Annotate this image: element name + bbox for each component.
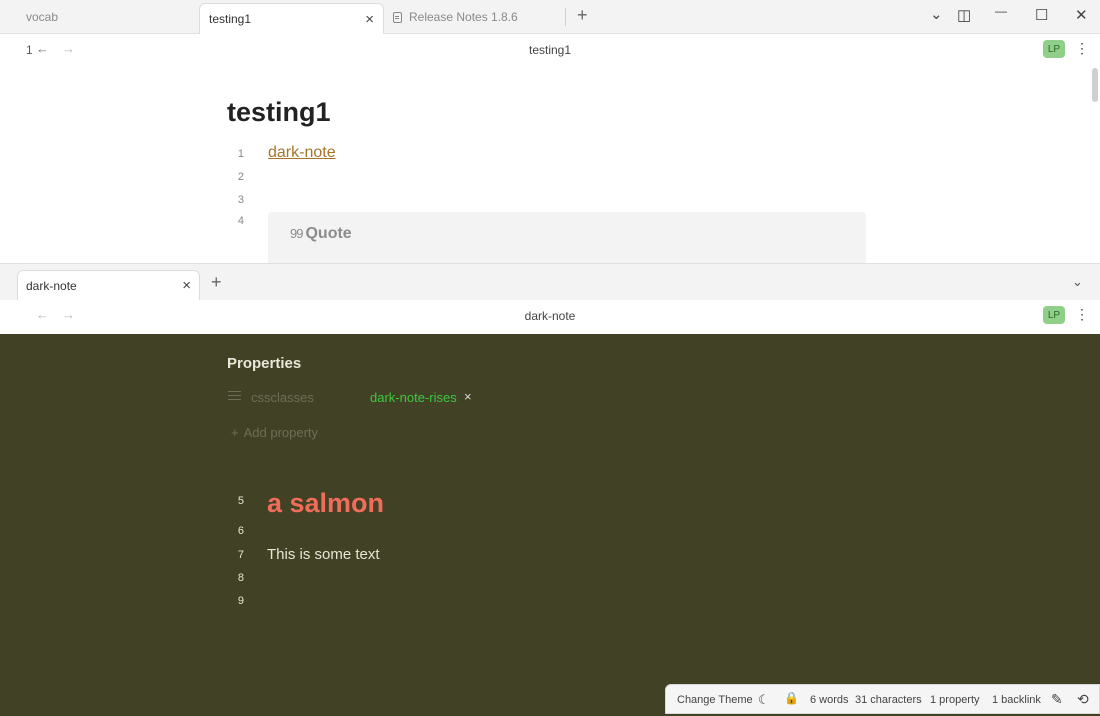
tab-release-notes[interactable]: Release Notes 1.8.6 bbox=[393, 0, 518, 34]
callout-title: 99 Quote bbox=[290, 225, 352, 243]
line-number: 8 bbox=[237, 572, 244, 584]
line-number: 2 bbox=[237, 171, 244, 183]
line-number: 3 bbox=[237, 194, 244, 206]
tab-label: Release Notes 1.8.6 bbox=[409, 10, 518, 24]
body-text[interactable]: This is some text bbox=[267, 546, 380, 563]
tab-vocab[interactable]: vocab bbox=[26, 0, 58, 34]
properties-heading[interactable]: Properties bbox=[227, 355, 301, 372]
tab-label: dark-note bbox=[26, 279, 77, 293]
view-title[interactable]: testing1 bbox=[0, 43, 1100, 57]
tab-list-chevron-icon[interactable]: ⌄ bbox=[930, 5, 943, 23]
top-tab-bar: vocab testing1 × Release Notes 1.8.6 + ⌄… bbox=[0, 0, 1100, 34]
change-theme-button[interactable]: Change Theme bbox=[677, 694, 753, 706]
minimize-button[interactable]: — bbox=[995, 4, 1007, 18]
view-header: ← → dark-note LP ⋮ bbox=[0, 300, 1100, 332]
pane2-tab-bar: dark-note × + ⌄ bbox=[0, 263, 1100, 301]
editor-pane-testing1: 1 ← → testing1 LP ⋮ testing1 1 2 3 4 dar… bbox=[0, 34, 1100, 263]
add-property-label: Add property bbox=[243, 425, 319, 440]
backlink-count[interactable]: 1 backlink bbox=[992, 694, 1041, 706]
tab-testing1[interactable]: testing1 × bbox=[199, 3, 384, 34]
edit-mode-icon[interactable]: ✎ bbox=[1051, 691, 1063, 708]
property-key[interactable]: cssclasses bbox=[251, 390, 314, 405]
lock-icon[interactable]: 🔒 bbox=[784, 691, 799, 705]
maximize-button[interactable]: ☐ bbox=[1035, 6, 1048, 24]
close-window-button[interactable]: ✕ bbox=[1075, 6, 1088, 24]
character-count: 31 characters bbox=[855, 694, 922, 706]
moon-icon[interactable]: ☾ bbox=[758, 692, 770, 708]
list-icon bbox=[228, 391, 241, 401]
quote-callout[interactable]: 99 Quote bbox=[268, 212, 866, 263]
property-value-tag[interactable]: dark-note-rises bbox=[370, 390, 457, 405]
line-number: 6 bbox=[237, 525, 244, 537]
note-title[interactable]: testing1 bbox=[227, 97, 331, 128]
new-tab-button[interactable]: + bbox=[577, 5, 588, 26]
sidebar-toggle-icon[interactable]: ◫ bbox=[957, 6, 971, 24]
editor-pane-dark-note: Properties cssclasses dark-note-rises × … bbox=[0, 334, 1100, 716]
tab-label: vocab bbox=[26, 10, 59, 24]
plus-icon: + bbox=[231, 425, 239, 440]
line-number: 9 bbox=[237, 595, 244, 607]
status-bar: Change Theme ☾ 🔒 6 words 31 characters 1… bbox=[665, 684, 1100, 714]
view-title[interactable]: dark-note bbox=[0, 309, 1100, 323]
tab-dark-note[interactable]: dark-note × bbox=[17, 270, 200, 301]
property-count[interactable]: 1 property bbox=[930, 694, 980, 706]
close-tab-icon[interactable]: × bbox=[365, 11, 374, 28]
view-header: 1 ← → testing1 LP ⋮ bbox=[0, 34, 1100, 66]
tab-divider bbox=[565, 8, 566, 26]
more-options-icon[interactable]: ⋮ bbox=[1075, 40, 1089, 57]
live-preview-badge[interactable]: LP bbox=[1043, 306, 1065, 324]
remove-tag-icon[interactable]: × bbox=[464, 389, 472, 404]
line-number: 5 bbox=[237, 495, 244, 507]
callout-title-text: Quote bbox=[305, 225, 352, 242]
word-count: 6 words bbox=[810, 694, 849, 706]
close-tab-icon[interactable]: × bbox=[182, 277, 191, 294]
heading-a-salmon[interactable]: a salmon bbox=[267, 488, 384, 519]
line-number: 1 bbox=[237, 148, 244, 160]
sync-icon[interactable]: ⟲ bbox=[1077, 691, 1089, 708]
line-number: 7 bbox=[237, 549, 244, 561]
more-options-icon[interactable]: ⋮ bbox=[1075, 306, 1089, 323]
tab-list-chevron-icon[interactable]: ⌄ bbox=[1072, 274, 1083, 290]
internal-link-dark-note[interactable]: dark-note bbox=[268, 144, 336, 162]
line-number: 4 bbox=[237, 215, 244, 227]
quote-icon: 99 bbox=[290, 226, 304, 241]
scrollbar-thumb[interactable] bbox=[1092, 68, 1098, 102]
tab-label: testing1 bbox=[209, 12, 252, 26]
new-tab-button[interactable]: + bbox=[211, 272, 222, 293]
document-icon bbox=[393, 11, 402, 23]
live-preview-badge[interactable]: LP bbox=[1043, 40, 1065, 58]
add-property-button[interactable]: + Add property bbox=[231, 425, 318, 440]
